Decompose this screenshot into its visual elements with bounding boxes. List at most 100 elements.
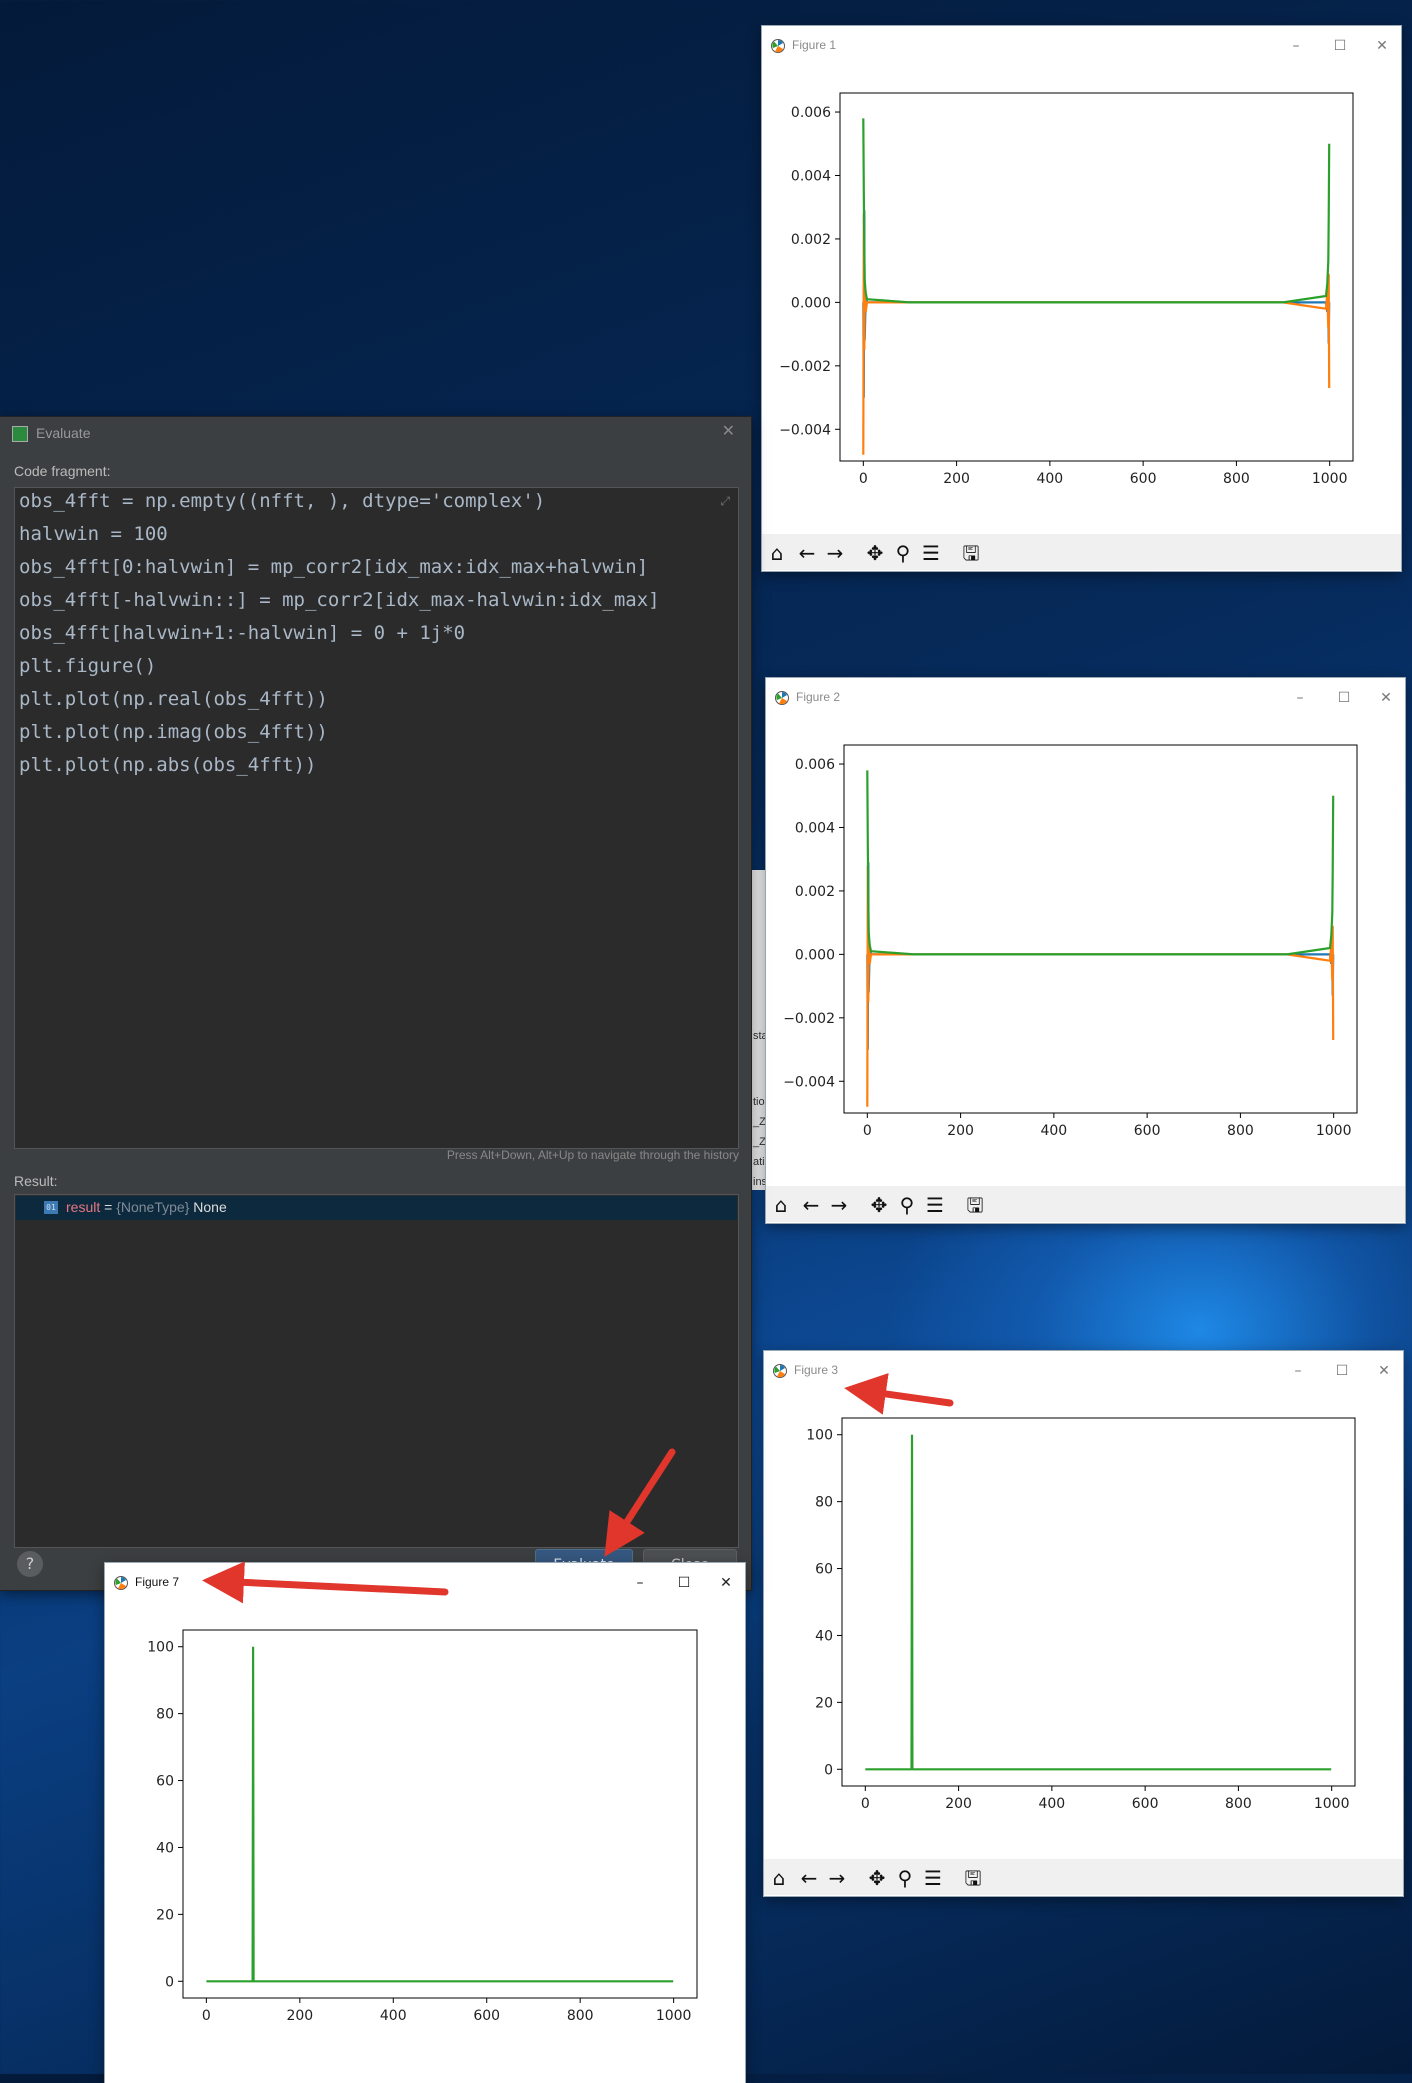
- variable-icon: 01: [44, 1201, 58, 1214]
- close-icon[interactable]: ✕: [722, 421, 735, 440]
- x-tick-label: 800: [1225, 1796, 1252, 1812]
- y-tick-label: 20: [156, 1907, 174, 1923]
- figure-1-chart: 0 200 400 600 800 1000 0.006 0.004 0.002 0.000 −0.…: [779, 92, 1354, 487]
- series-line-0: [865, 1434, 1332, 1771]
- x-tick-label: 400: [1036, 471, 1063, 487]
- x-tick-label: 200: [943, 471, 970, 487]
- save-icon[interactable]: 🖫: [958, 540, 984, 566]
- x-tick-label: 200: [286, 2008, 313, 2024]
- zoom-icon[interactable]: ⚲: [892, 1865, 918, 1891]
- history-hint: Press Alt+Down, Alt+Up to navigate throu…: [446, 1148, 739, 1162]
- plot-frame: [841, 1417, 1356, 1787]
- series-line-2: [862, 118, 1331, 304]
- code-fragment-editor[interactable]: ⤢ obs_4fft = np.empty((nfft, ), dtype='c…: [14, 487, 739, 1149]
- y-tick-label: 0.000: [791, 295, 831, 311]
- back-arrow-icon[interactable]: ←: [796, 1865, 822, 1891]
- x-tick-label: 1000: [1314, 1796, 1350, 1812]
- window-title: Figure 2: [796, 690, 841, 704]
- y-tick-label: 0.000: [795, 947, 835, 963]
- x-tick-label: 600: [1132, 1796, 1159, 1812]
- figure-3-toolbar: ⌂ ← → ✥ ⚲ ☰ 🖫: [764, 1859, 1403, 1895]
- code-line: plt.plot(np.abs(obs_4fft)): [19, 754, 317, 776]
- home-icon[interactable]: ⌂: [766, 1865, 792, 1891]
- maximize-button[interactable]: ☐: [669, 1571, 699, 1595]
- close-button[interactable]: ✕: [1367, 34, 1397, 58]
- figure-1-window[interactable]: Figure 1 – ☐ ✕ 0 200 400 600 800 1000 0.006 0.0…: [762, 26, 1401, 571]
- x-tick-label: 600: [473, 2008, 500, 2024]
- configure-subplots-icon[interactable]: ☰: [920, 1865, 946, 1891]
- forward-arrow-icon[interactable]: →: [826, 1192, 852, 1218]
- close-button[interactable]: ✕: [1369, 1359, 1399, 1383]
- expand-icon[interactable]: ⤢: [720, 494, 730, 509]
- series-line-1: [866, 865, 1335, 1107]
- home-icon[interactable]: ⌂: [768, 1192, 794, 1218]
- y-tick-label: 0.006: [795, 757, 835, 773]
- background-text: ins: [753, 1176, 768, 1188]
- y-tick-label: 0.006: [791, 105, 831, 121]
- zoom-icon[interactable]: ⚲: [890, 540, 916, 566]
- forward-arrow-icon[interactable]: →: [822, 540, 848, 566]
- figure-2-titlebar[interactable]: Figure 2 – ☐ ✕: [766, 678, 1405, 718]
- code-line: plt.plot(np.real(obs_4fft)): [19, 688, 328, 710]
- pan-icon[interactable]: ✥: [864, 1865, 890, 1891]
- background-text: _Z: [753, 1116, 766, 1128]
- maximize-button[interactable]: ☐: [1329, 686, 1359, 710]
- minimize-button[interactable]: –: [1285, 686, 1315, 710]
- figure-2-chart: 0 200 400 600 800 1000 0.006 0.004 0.002 0.000 −0.…: [783, 744, 1358, 1139]
- window-title: Figure 1: [792, 38, 837, 52]
- maximize-button[interactable]: ☐: [1327, 1359, 1357, 1383]
- matplotlib-logo-icon: [773, 1364, 787, 1378]
- y-tick-label: −0.004: [783, 1074, 835, 1090]
- x-tick-label: 800: [1223, 471, 1250, 487]
- y-tick-label: 60: [156, 1774, 174, 1790]
- close-button[interactable]: ✕: [711, 1571, 741, 1595]
- x-tick-label: 400: [1040, 1123, 1067, 1139]
- close-button[interactable]: ✕: [1371, 686, 1401, 710]
- configure-subplots-icon[interactable]: ☰: [922, 1192, 948, 1218]
- pan-icon[interactable]: ✥: [866, 1192, 892, 1218]
- figure-7-chart: 0 200 400 600 800 1000100806040200: [147, 1629, 698, 2024]
- figure-3-chart: 0 200 400 600 800 1000100806040200: [806, 1417, 1356, 1812]
- back-arrow-icon[interactable]: ←: [798, 1192, 824, 1218]
- help-button[interactable]: ?: [17, 1551, 43, 1577]
- save-icon[interactable]: 🖫: [960, 1865, 986, 1891]
- x-tick-label: 200: [947, 1123, 974, 1139]
- figure-7-titlebar[interactable]: Figure 7 – ☐ ✕: [105, 1563, 745, 1603]
- y-tick-label: 0.004: [791, 168, 831, 184]
- series-line-1: [862, 213, 1331, 455]
- y-tick-label: −0.004: [779, 422, 831, 438]
- code-line: obs_4fft = np.empty((nfft, ), dtype='com…: [19, 490, 546, 512]
- matplotlib-logo-icon: [114, 1576, 128, 1590]
- save-icon[interactable]: 🖫: [962, 1192, 988, 1218]
- code-line: plt.plot(np.imag(obs_4fft)): [19, 721, 328, 743]
- series-line-0: [206, 1646, 674, 1983]
- minimize-button[interactable]: –: [1283, 1359, 1313, 1383]
- x-tick-label: 800: [567, 2008, 594, 2024]
- maximize-button[interactable]: ☐: [1325, 34, 1355, 58]
- figure-1-titlebar[interactable]: Figure 1 – ☐ ✕: [762, 26, 1401, 66]
- home-icon[interactable]: ⌂: [764, 540, 790, 566]
- background-text: ati: [753, 1156, 765, 1168]
- figure-7-window[interactable]: Figure 7 – ☐ ✕ 0 200 400 600 800 1000 100 80 60 4…: [105, 1563, 745, 2083]
- back-arrow-icon[interactable]: ←: [794, 540, 820, 566]
- figure-2-window[interactable]: Figure 2 – ☐ ✕ 0 200 400 600 800 1000 0.006 0.0…: [766, 678, 1405, 1223]
- result-tree[interactable]: 01 result = {NoneType} None: [14, 1194, 739, 1548]
- pan-icon[interactable]: ✥: [862, 540, 888, 566]
- configure-subplots-icon[interactable]: ☰: [918, 540, 944, 566]
- window-title: Figure 7: [135, 1575, 180, 1589]
- minimize-button[interactable]: –: [625, 1571, 655, 1595]
- y-tick-label: 20: [815, 1695, 833, 1711]
- minimize-button[interactable]: –: [1281, 34, 1311, 58]
- matplotlib-logo-icon: [775, 691, 789, 705]
- figure-3-window[interactable]: Figure 3 – ☐ ✕ 0 200 400 600 800 1000 100 80 60 4…: [764, 1351, 1403, 1896]
- result-row[interactable]: 01 result = {NoneType} None: [16, 1196, 737, 1220]
- figure-2-toolbar: ⌂ ← → ✥ ⚲ ☰ 🖫: [766, 1186, 1405, 1222]
- figure-3-titlebar[interactable]: Figure 3 – ☐ ✕: [764, 1351, 1403, 1391]
- y-tick-label: −0.002: [779, 359, 831, 375]
- series-line-0: [862, 210, 1331, 398]
- x-tick-label: 600: [1130, 471, 1157, 487]
- y-tick-label: 0: [165, 1974, 174, 1990]
- forward-arrow-icon[interactable]: →: [824, 1865, 850, 1891]
- zoom-icon[interactable]: ⚲: [894, 1192, 920, 1218]
- evaluate-dialog[interactable]: Evaluate ✕ Code fragment: ⤢ obs_4fft = n…: [0, 417, 751, 1590]
